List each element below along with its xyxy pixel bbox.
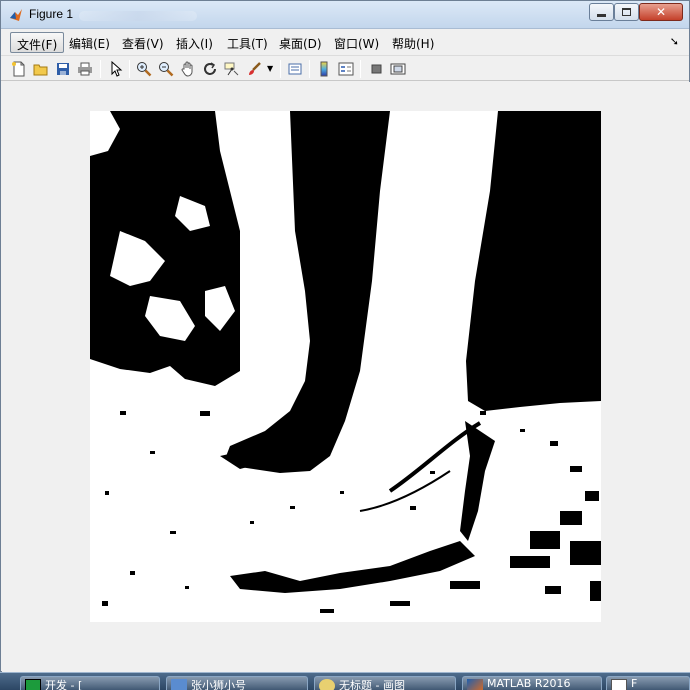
zoom-in-icon (137, 62, 152, 77)
windows-taskbar: 开发 - [ 张小狮小号 无标题 - 画图 MATLAB R2016 F (0, 672, 690, 690)
close-icon: ✕ (655, 5, 667, 19)
menu-edit[interactable]: 编辑(E) (63, 32, 116, 53)
taskbar-item-label: 张小狮小号 (191, 679, 246, 690)
show-plot-tools-icon (390, 63, 406, 75)
window-title: Figure 1 (29, 7, 74, 21)
legend-button[interactable] (337, 60, 355, 78)
zoom-out-icon (159, 62, 174, 77)
overflow-arrow-icon[interactable]: ➘ (670, 35, 679, 48)
data-cursor-button[interactable] (223, 60, 241, 78)
menu-help[interactable]: 帮助(H) (386, 32, 440, 53)
rotate-3d-button[interactable] (201, 60, 219, 78)
title-bar[interactable]: Figure 1 ✕ (1, 1, 689, 29)
paint-icon (319, 679, 335, 690)
menu-bar: 文件(F) 编辑(E) 查看(V) 插入(I) 工具(T) 桌面(D) 窗口(W… (1, 29, 689, 55)
maximize-icon (622, 8, 631, 16)
minimize-button[interactable] (589, 3, 614, 21)
colorbar-button[interactable] (315, 60, 333, 78)
maximize-button[interactable] (614, 3, 639, 21)
brush-icon (249, 62, 261, 75)
toolbar-separator (129, 60, 130, 78)
hide-plot-tools-icon (371, 64, 382, 74)
zoom-out-button[interactable] (157, 60, 175, 78)
matlab-icon (467, 679, 483, 690)
taskbar-item-label: 无标题 - 画图 (339, 679, 405, 690)
matlab-logo-icon (10, 9, 22, 21)
taskbar-item-pycharm[interactable]: 开发 - [ (20, 676, 160, 690)
binary-image (90, 111, 601, 622)
hide-plot-tools-button[interactable] (367, 60, 385, 78)
link-plot-button[interactable] (286, 60, 304, 78)
title-path-obscured (79, 11, 197, 21)
zoom-in-button[interactable] (135, 60, 153, 78)
open-button[interactable] (32, 60, 50, 78)
taskbar-item-figure[interactable]: F (606, 676, 690, 690)
pan-hand-icon (181, 61, 193, 77)
save-button[interactable] (54, 60, 72, 78)
pan-button[interactable] (179, 60, 197, 78)
toolbar-separator (280, 60, 281, 78)
menu-file[interactable]: 文件(F) (10, 32, 65, 53)
figure-window: Figure 1 ✕ 文件(F) 编辑(E) 查看(V) 插入(I) 工具(T)… (0, 0, 690, 673)
save-icon (57, 63, 69, 75)
figure-icon (611, 679, 627, 690)
menu-window[interactable]: 窗口(W) (328, 32, 385, 53)
taskbar-item-label: MATLAB R2016 (487, 677, 571, 690)
menu-tools[interactable]: 工具(T) (221, 32, 274, 53)
new-figure-icon (12, 61, 25, 77)
rotate-3d-icon (204, 62, 216, 75)
taskbar-item-paint[interactable]: 无标题 - 画图 (314, 676, 456, 690)
toolbar-separator (309, 60, 310, 78)
print-icon (78, 62, 92, 76)
menu-view[interactable]: 查看(V) (116, 32, 170, 53)
edit-plot-button[interactable] (107, 60, 125, 78)
menu-insert[interactable]: 插入(I) (170, 32, 219, 53)
data-cursor-icon (224, 62, 239, 76)
thresholded-image-render (90, 111, 601, 622)
print-button[interactable] (76, 60, 94, 78)
figure-toolbar: ▼ (1, 55, 689, 81)
taskbar-item-app[interactable]: 张小狮小号 (166, 676, 308, 690)
taskbar-item-label: F (631, 677, 638, 690)
new-figure-button[interactable] (10, 60, 28, 78)
close-button[interactable]: ✕ (639, 3, 683, 21)
edit-plot-arrow-icon (111, 61, 123, 77)
brush-dropdown-arrow-icon[interactable]: ▼ (267, 64, 273, 73)
taskbar-item-matlab[interactable]: MATLAB R2016 (462, 676, 602, 690)
colorbar-icon (320, 61, 328, 77)
menu-desktop[interactable]: 桌面(D) (273, 32, 328, 53)
legend-icon (338, 62, 354, 76)
taskbar-item-label: 开发 - [ (45, 679, 83, 690)
toolbar-separator (100, 60, 101, 78)
brush-button[interactable] (245, 60, 263, 78)
toolbar-separator (360, 60, 361, 78)
link-plot-icon (288, 63, 302, 75)
open-icon (33, 64, 48, 76)
app-icon (171, 679, 187, 690)
pycharm-icon (25, 679, 41, 690)
show-plot-tools-button[interactable] (389, 60, 407, 78)
minimize-icon (597, 13, 606, 17)
